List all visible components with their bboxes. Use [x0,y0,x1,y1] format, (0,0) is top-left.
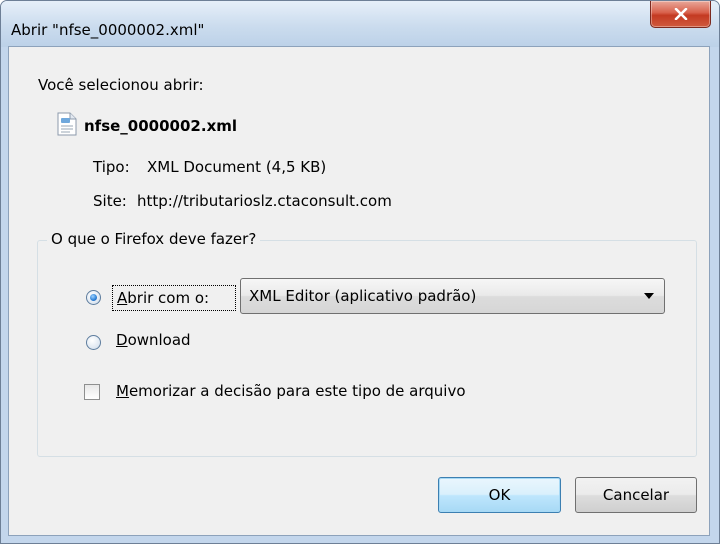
chevron-down-icon [644,293,654,299]
remember-label-text: emorizar a decisão para este tipo de arq… [128,382,466,400]
close-button[interactable] [650,1,711,28]
remember-checkbox[interactable] [84,384,100,400]
file-name: nfse_0000002.xml [84,117,238,135]
title-bar[interactable]: Abrir "nfse_0000002.xml" [1,1,719,47]
radio-selected-dot [90,294,97,301]
window-title: Abrir "nfse_0000002.xml" [11,21,205,39]
application-select-value: XML Editor (aplicativo padrão) [249,287,477,305]
open-with-label-text: brir com o: [127,289,210,307]
download-radio[interactable] [86,335,101,350]
remember-mnemonic: M [116,382,129,400]
close-icon [674,8,688,20]
type-label: Tipo: [93,158,130,176]
open-with-mnemonic: A [117,289,128,307]
download-label[interactable]: Download [116,331,191,349]
intro-text: Você selecionou abrir: [38,76,204,94]
application-select[interactable]: XML Editor (aplicativo padrão) [240,278,665,314]
download-label-text: ownload [127,331,191,349]
ok-button[interactable]: OK [438,477,561,513]
cancel-button[interactable]: Cancelar [575,477,697,513]
type-value: XML Document (4,5 KB) [147,158,327,176]
site-label: Site: [93,192,127,210]
open-with-label[interactable]: Abrir com o: [112,285,236,311]
remember-label[interactable]: Memorizar a decisão para este tipo de ar… [116,382,466,400]
action-group-label: O que o Firefox deve fazer? [47,230,261,248]
xml-file-icon [57,112,77,136]
site-value: http://tributarioslz.ctaconsult.com [137,192,392,210]
open-with-radio[interactable] [86,290,101,305]
download-mnemonic: D [116,331,128,349]
